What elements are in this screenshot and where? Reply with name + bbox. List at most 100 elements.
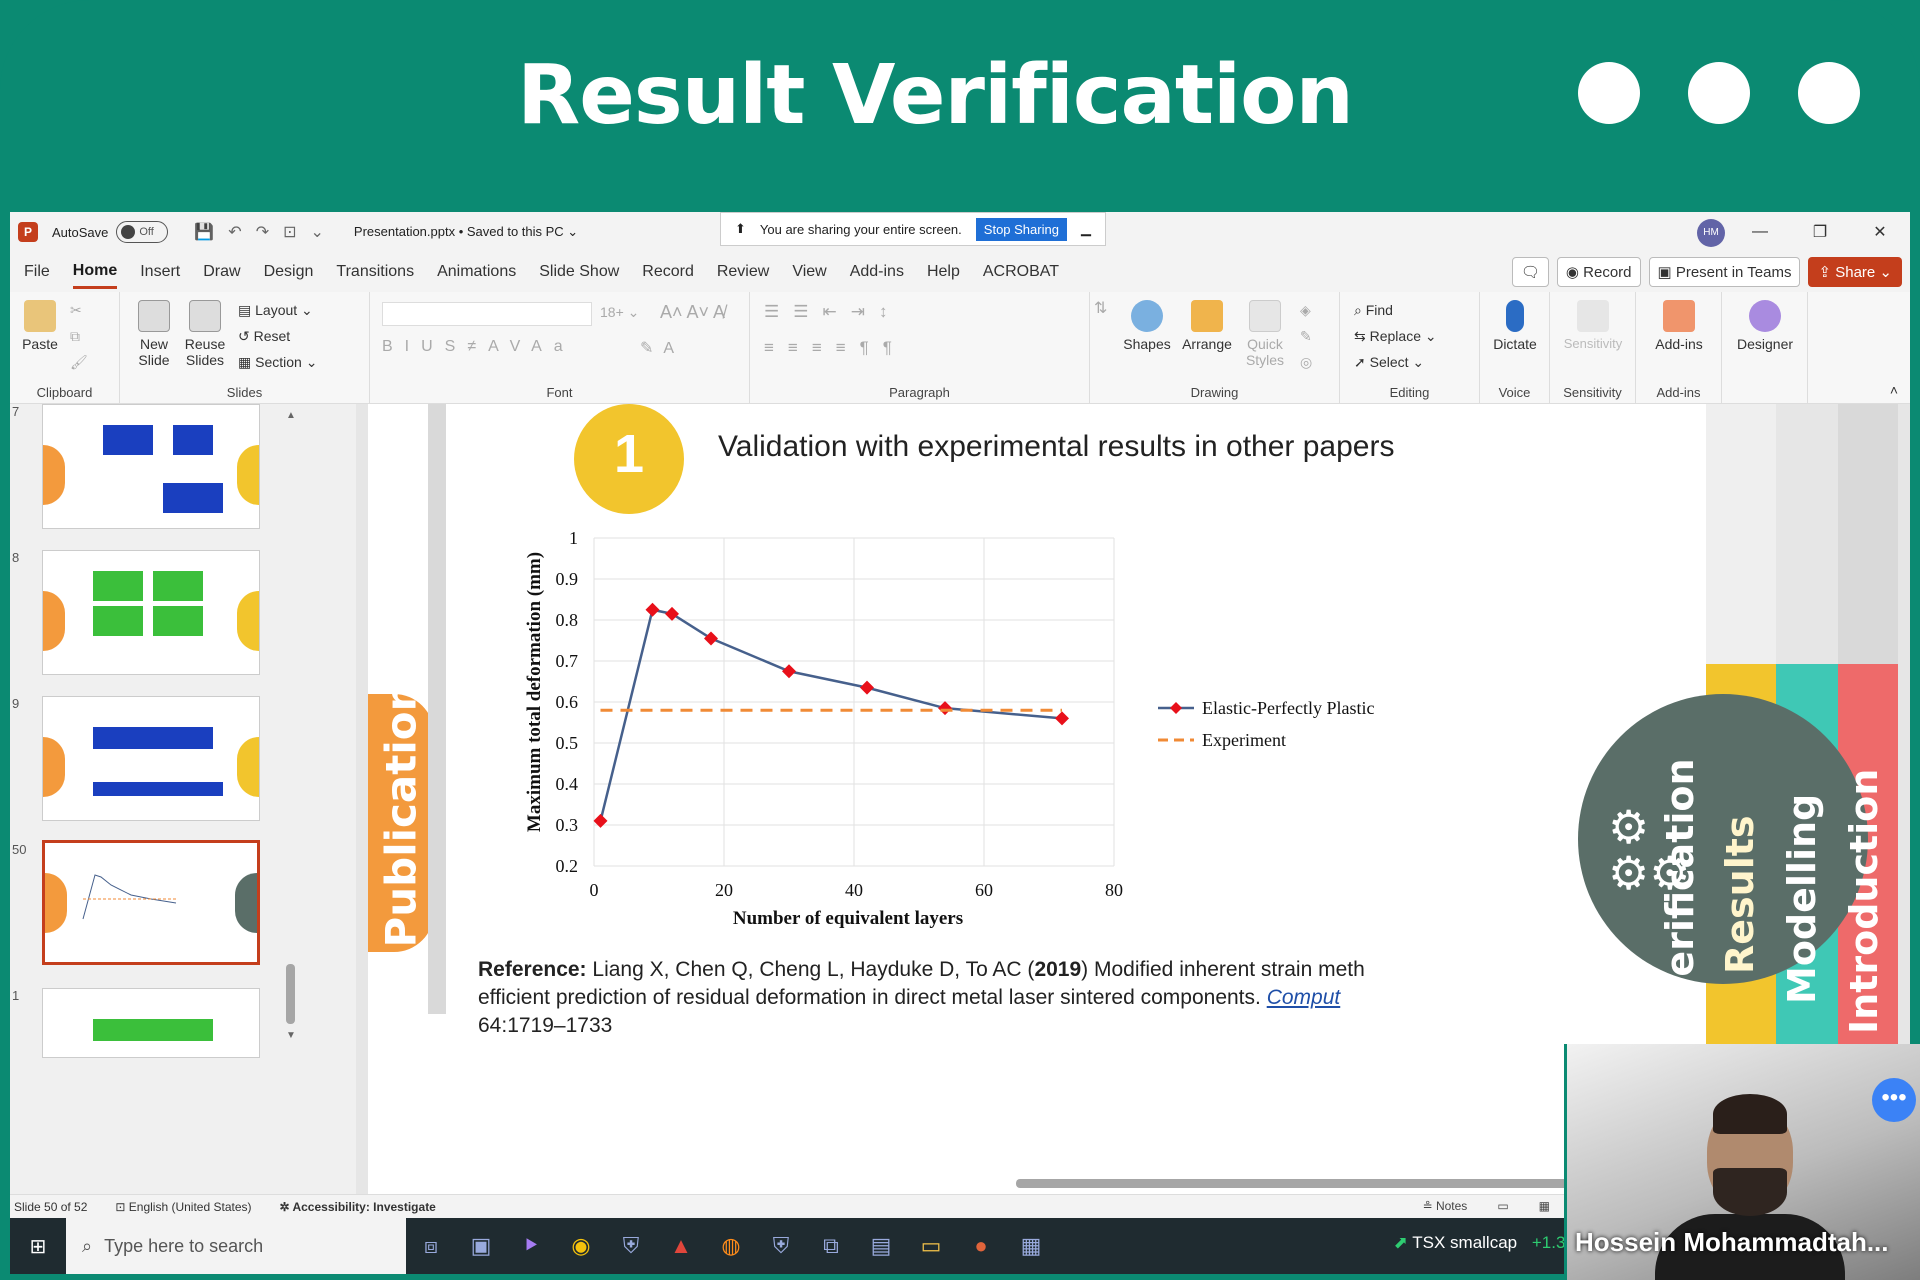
tab-review[interactable]: Review	[717, 257, 769, 287]
tab-slide-show[interactable]: Slide Show	[539, 257, 619, 287]
paste-button[interactable]: Paste	[20, 300, 60, 352]
slide-thumbnail-panel: 7 8 9 50 1 ▲ ▼	[10, 404, 356, 1194]
y-tick-label: 0.4	[556, 774, 579, 794]
record-button[interactable]: ◉ Record	[1556, 257, 1641, 287]
present-in-teams-button[interactable]: ▣ Present in Teams	[1648, 257, 1801, 287]
shapes-button[interactable]: Shapes	[1120, 300, 1174, 352]
find-button[interactable]: ⌕ Find	[1354, 302, 1393, 319]
tab-add-ins[interactable]: Add-ins	[850, 257, 904, 287]
windows-start-icon[interactable]: ⊞	[10, 1234, 66, 1259]
powerpoint-icon[interactable]: ●	[956, 1233, 1006, 1259]
select-button[interactable]: ➚ Select ⌄	[1354, 354, 1424, 371]
slide-sorter-icon[interactable]: ▦	[1539, 1199, 1550, 1213]
slide-thumbnail[interactable]	[42, 404, 260, 529]
font-color-buttons[interactable]: ✎A	[640, 338, 684, 358]
x-axis-label: Number of equivalent layers	[733, 908, 963, 929]
font-name-dropdown[interactable]	[382, 302, 592, 326]
tab-draw[interactable]: Draw	[203, 257, 240, 287]
close-icon[interactable]: ✕	[1850, 222, 1910, 242]
minimize-share-bar-button[interactable]: ▁	[1081, 221, 1091, 237]
notes-button[interactable]: ≗ Notes	[1423, 1199, 1468, 1213]
language-indicator[interactable]: ⊡ English (United States)	[115, 1200, 251, 1214]
quick-access-icons[interactable]: 💾↶↷⊡⌄	[194, 222, 338, 242]
network-icon[interactable]: ⧉	[806, 1233, 856, 1259]
tab-design[interactable]: Design	[264, 257, 314, 287]
tab-help[interactable]: Help	[927, 257, 960, 287]
task-view-icon[interactable]: ⧈	[406, 1233, 456, 1259]
tab-home[interactable]: Home	[72, 256, 118, 289]
format-painter-icon[interactable]: 🖌	[70, 354, 88, 371]
share-screen-icon: ⬆	[735, 221, 746, 236]
minimize-icon[interactable]: —	[1730, 223, 1790, 241]
share-button[interactable]: ⇪ Share ⌄	[1808, 257, 1902, 287]
tab-record[interactable]: Record	[642, 257, 694, 287]
new-slide-button[interactable]: New Slide	[130, 300, 178, 368]
thumb-side-tab	[45, 873, 67, 933]
font-style-buttons[interactable]: BIUS≠AVAa	[382, 338, 575, 356]
reset-button[interactable]: ↺ Reset	[238, 328, 290, 345]
tab-insert[interactable]: Insert	[140, 257, 180, 287]
shield-icon[interactable]: ⛨	[606, 1233, 656, 1259]
layout-button[interactable]: ▤ Layout ⌄	[238, 302, 313, 319]
autosave-toggle[interactable]: Off	[116, 221, 169, 243]
quick-styles-button[interactable]: Quick Styles	[1240, 300, 1290, 368]
copy-icon[interactable]: ⧉	[70, 328, 80, 345]
cut-icon[interactable]: ✂	[70, 302, 82, 319]
tab-file[interactable]: File	[24, 257, 50, 287]
reuse-slides-button[interactable]: Reuse Slides	[180, 300, 230, 368]
replace-button[interactable]: ⇆ Replace ⌄	[1354, 328, 1437, 345]
shape-effects-icon[interactable]: ◎	[1300, 354, 1312, 371]
paragraph-label: Paragraph	[889, 385, 950, 400]
comments-icon[interactable]: 🗨	[1511, 257, 1549, 287]
thumbnail-scrollbar[interactable]	[286, 964, 295, 1024]
present-teams-label: Present in Teams	[1675, 264, 1792, 281]
chrome-icon[interactable]: ◉	[556, 1233, 606, 1259]
more-options-icon[interactable]: •••	[1872, 1078, 1916, 1122]
restore-icon[interactable]: ❐	[1790, 222, 1850, 242]
slide-thumbnail[interactable]	[42, 988, 260, 1058]
slide-thumbnail[interactable]	[42, 550, 260, 675]
text-direction-icon[interactable]: ⇅	[1094, 298, 1107, 318]
firefox-icon[interactable]: ◍	[706, 1233, 756, 1259]
arrange-button[interactable]: Arrange	[1178, 300, 1236, 352]
thumb-side-tab	[237, 737, 259, 797]
dictate-button[interactable]: Dictate	[1488, 300, 1542, 352]
section-button[interactable]: ▦ Section ⌄	[238, 354, 317, 371]
slide-thumbnail-selected[interactable]	[42, 840, 260, 965]
shape-outline-icon[interactable]: ✎	[1300, 328, 1312, 345]
collapse-ribbon-icon[interactable]: ˄	[1890, 382, 1898, 398]
calculator-icon[interactable]: ▦	[1006, 1233, 1056, 1259]
tab-transitions[interactable]: Transitions	[336, 257, 414, 287]
tab-view[interactable]: View	[792, 257, 826, 287]
stock-widget[interactable]: ⬈ TSX smallcap +1.36%	[1394, 1233, 1590, 1253]
horizontal-scrollbar[interactable]	[1016, 1179, 1576, 1188]
avatar[interactable]: HM	[1697, 219, 1725, 247]
shield-icon[interactable]: ⛨	[756, 1233, 806, 1259]
remote-desktop-icon[interactable]: ▤	[856, 1233, 906, 1259]
scroll-up-icon[interactable]: ▲	[286, 410, 296, 421]
normal-view-icon[interactable]: ▭	[1497, 1199, 1508, 1213]
legend-entry: Experiment	[1202, 730, 1286, 750]
stop-sharing-button[interactable]: Stop Sharing	[975, 217, 1067, 241]
file-explorer-icon[interactable]: ▭	[906, 1233, 956, 1259]
accessibility-indicator[interactable]: ✲ Accessibility: Investigate	[280, 1200, 436, 1214]
add-ins-button[interactable]: Add-ins	[1646, 300, 1712, 352]
app-icon[interactable]: ▣	[456, 1233, 506, 1259]
slide-thumbnail[interactable]	[42, 696, 260, 821]
tab-shade	[1768, 404, 1838, 664]
file-name[interactable]: Presentation.pptx • Saved to this PC ⌄	[354, 224, 578, 240]
align-buttons[interactable]: ≡≡≡≡¶¶	[764, 338, 906, 358]
designer-button[interactable]: Designer	[1732, 300, 1798, 352]
list-buttons[interactable]: ☰☰⇤⇥↕	[764, 302, 901, 322]
shape-fill-icon[interactable]: ◈	[1300, 302, 1311, 319]
taskbar-search-box[interactable]: ⌕ Type here to search	[66, 1218, 406, 1274]
tab-acrobat[interactable]: ACROBAT	[983, 257, 1059, 287]
visual-studio-icon[interactable]: ⯈	[506, 1233, 556, 1259]
app-icon[interactable]: ▲	[656, 1233, 706, 1259]
tab-animations[interactable]: Animations	[437, 257, 516, 287]
scroll-down-icon[interactable]: ▼	[286, 1030, 296, 1041]
font-size-buttons[interactable]: A˄ A˅ A̸	[660, 302, 725, 323]
share-label: Share	[1835, 264, 1876, 281]
sensitivity-button[interactable]: Sensitivity	[1556, 300, 1630, 351]
font-size-dropdown[interactable]: 18+ ⌄	[600, 304, 639, 321]
